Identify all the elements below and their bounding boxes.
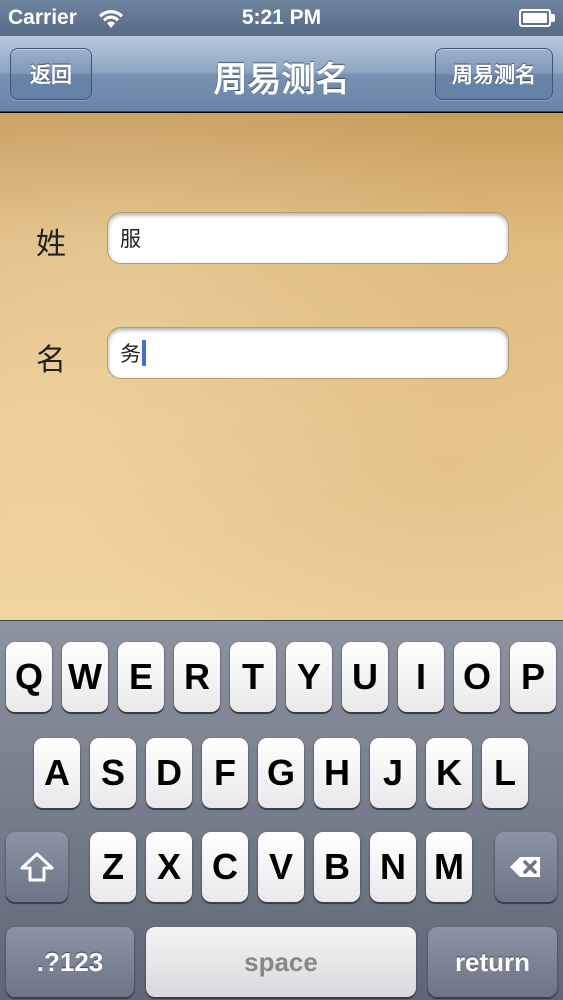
key-t[interactable]: T [230,642,276,712]
given-name-value: 务 [120,343,141,366]
key-v[interactable]: V [258,832,304,902]
key-a[interactable]: A [34,738,80,808]
key-k[interactable]: K [426,738,472,808]
numbers-key[interactable]: .?123 [6,927,134,997]
key-y[interactable]: Y [286,642,332,712]
shift-arrow-icon [20,852,54,882]
battery-icon [519,9,555,27]
key-q[interactable]: Q [6,642,52,712]
given-name-input[interactable]: 务 [107,327,509,379]
form-area: 姓 服 名 务 [0,113,563,620]
delete-key[interactable] [495,832,557,902]
surname-label: 姓 [36,228,66,261]
key-d[interactable]: D [146,738,192,808]
keyboard: Q W E R T Y U I O P A S D F G H J K L Z … [0,620,563,1000]
key-w[interactable]: W [62,642,108,712]
key-h[interactable]: H [314,738,360,808]
return-key[interactable]: return [428,927,557,997]
text-cursor [142,340,146,366]
surname-value: 服 [120,228,141,251]
key-n[interactable]: N [370,832,416,902]
key-l[interactable]: L [482,738,528,808]
key-o[interactable]: O [454,642,500,712]
key-b[interactable]: B [314,832,360,902]
zhouyi-naming-button[interactable]: 周易测名 [435,48,553,100]
key-i[interactable]: I [398,642,444,712]
space-key[interactable]: space [146,927,416,997]
status-bar: Carrier 5:21 PM [0,0,563,36]
key-j[interactable]: J [370,738,416,808]
key-g[interactable]: G [258,738,304,808]
key-z[interactable]: Z [90,832,136,902]
key-e[interactable]: E [118,642,164,712]
navigation-bar: 返回 周易测名 周易测名 [0,36,563,112]
key-u[interactable]: U [342,642,388,712]
key-s[interactable]: S [90,738,136,808]
key-r[interactable]: R [174,642,220,712]
clock: 5:21 PM [241,6,322,29]
key-f[interactable]: F [202,738,248,808]
key-x[interactable]: X [146,832,192,902]
key-c[interactable]: C [202,832,248,902]
backspace-icon [510,857,540,877]
given-name-label: 名 [36,344,66,377]
key-p[interactable]: P [510,642,556,712]
shift-key[interactable] [6,832,68,902]
surname-input[interactable]: 服 [107,212,509,264]
key-m[interactable]: M [426,832,472,902]
